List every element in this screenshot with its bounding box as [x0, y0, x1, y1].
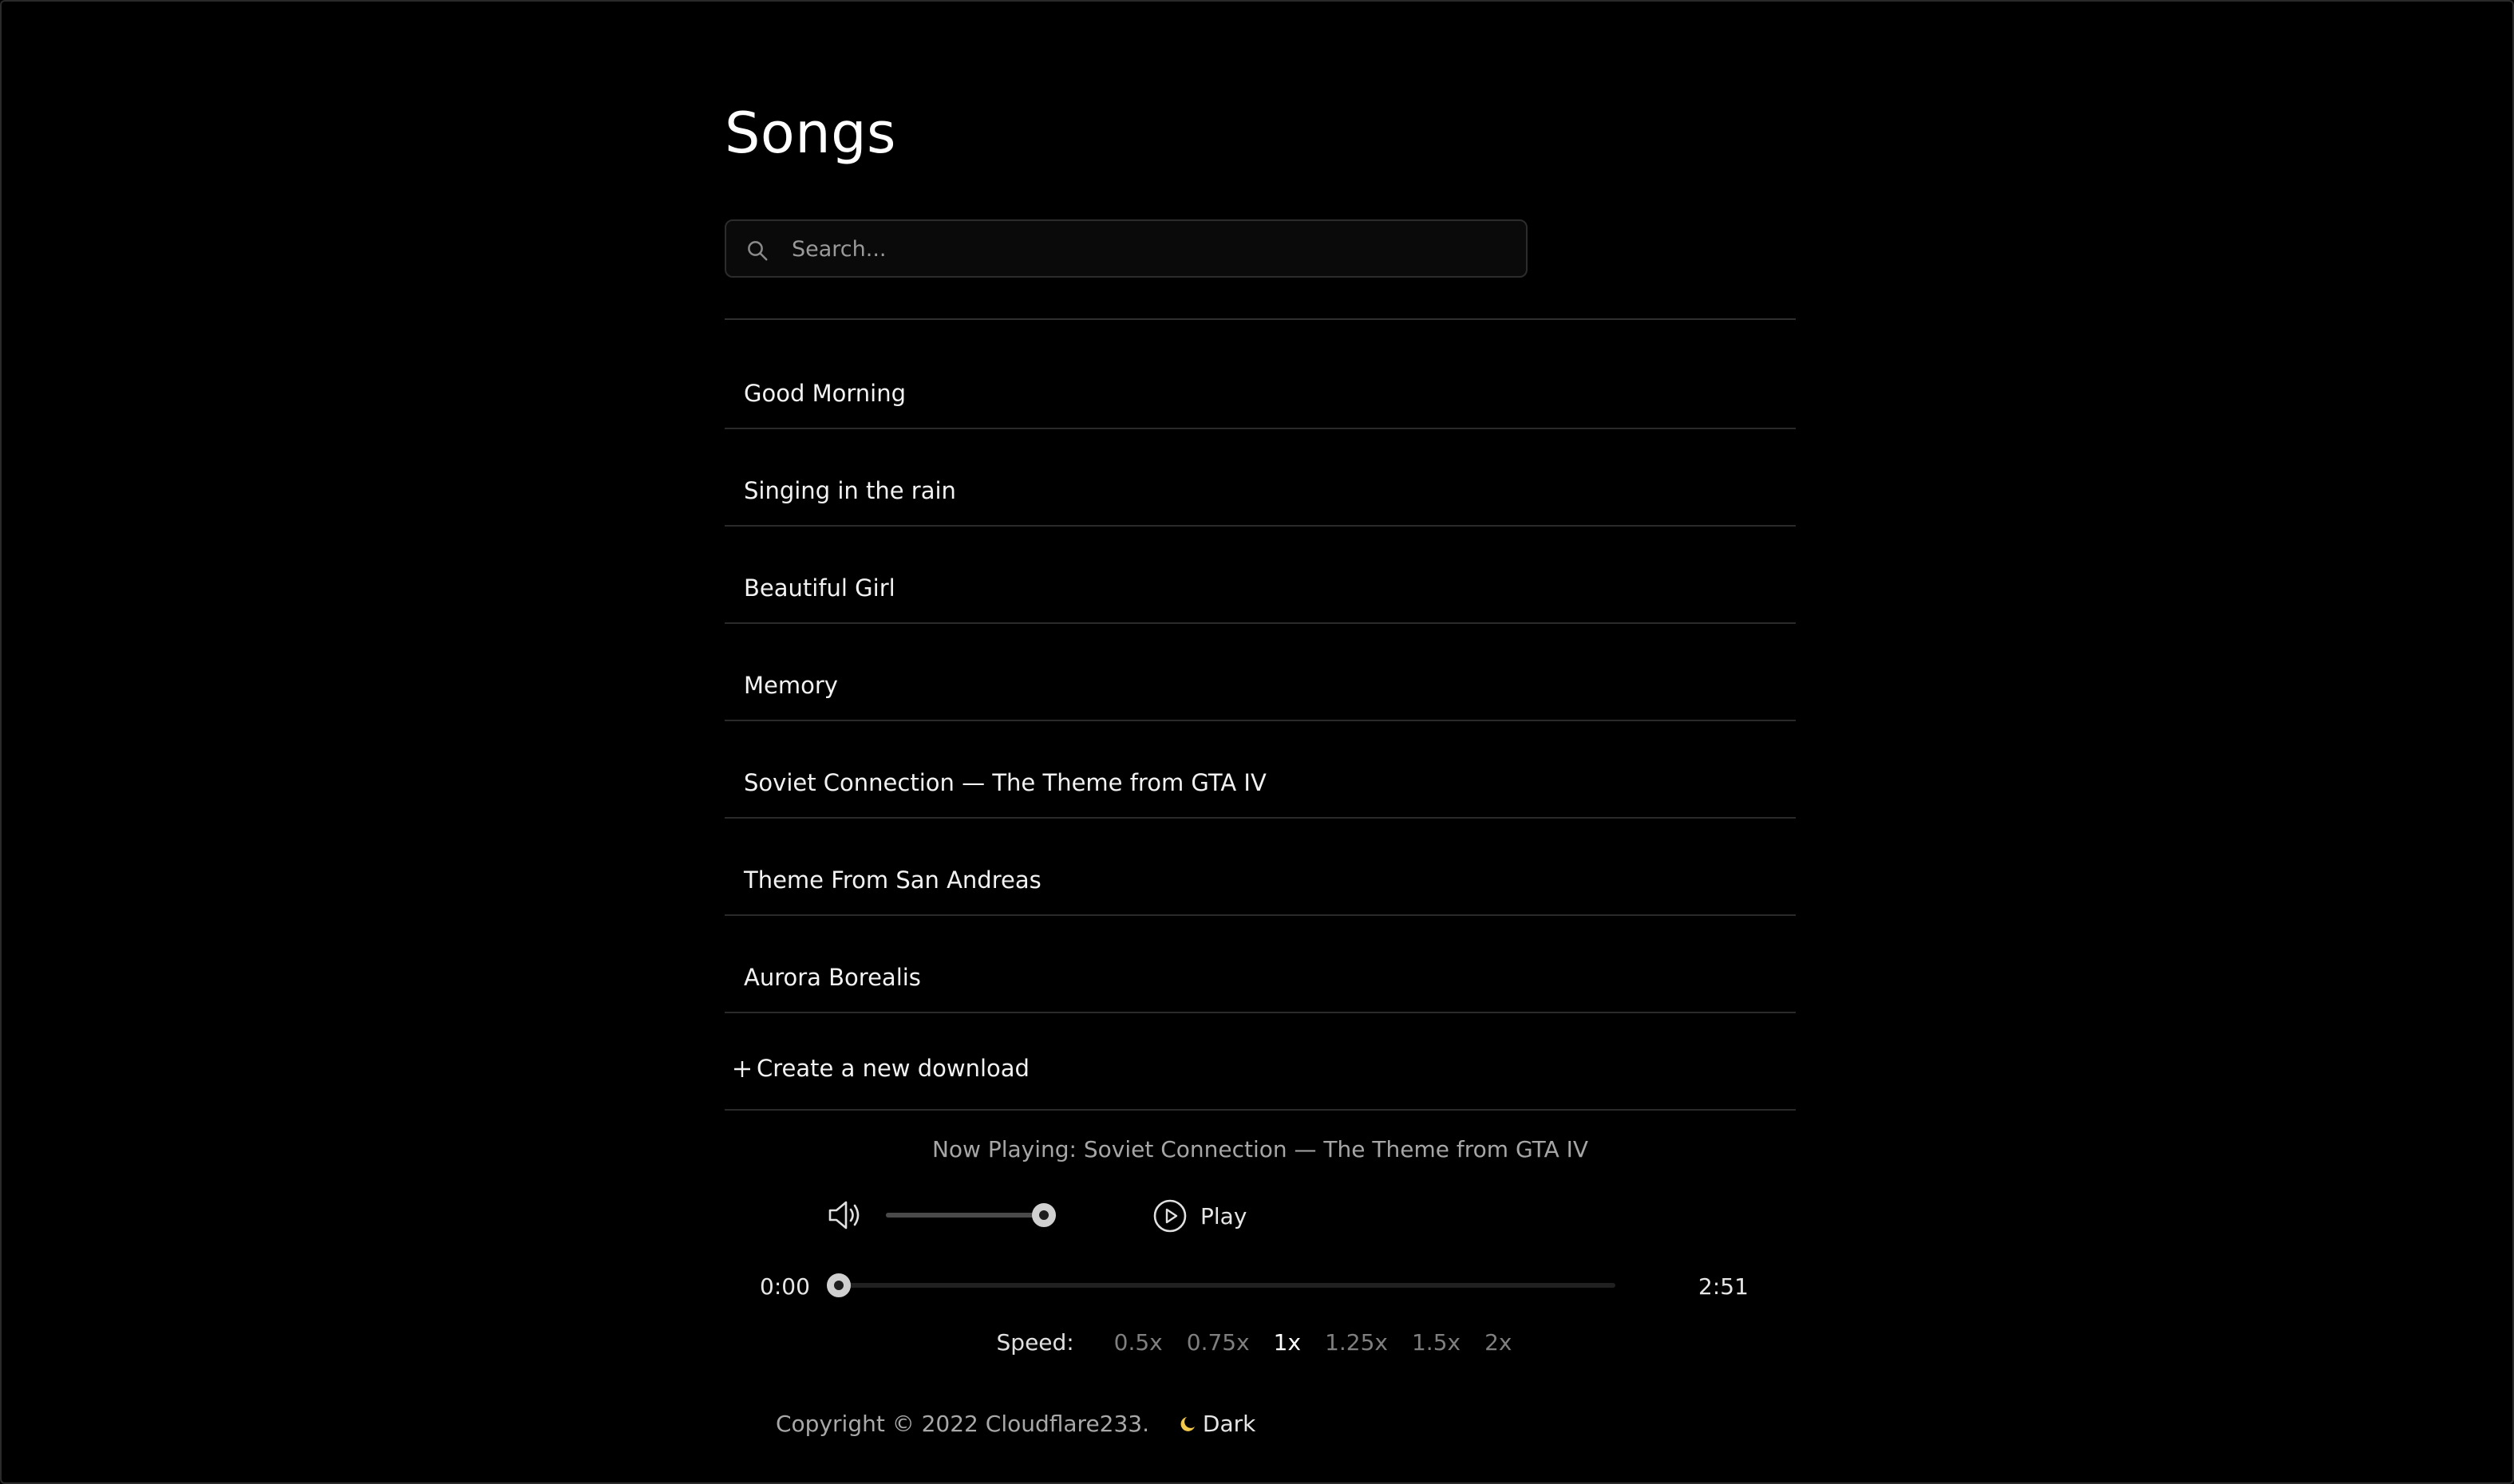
song-list-item[interactable]: Singing in the rain [725, 431, 1796, 527]
theme-label: Dark [1202, 1411, 1256, 1437]
search-box[interactable] [725, 219, 1528, 278]
search-icon [748, 241, 768, 261]
play-circle-icon [1153, 1199, 1187, 1233]
speed-option[interactable]: 1x [1274, 1329, 1301, 1356]
song-list-item[interactable]: Memory [725, 626, 1796, 721]
song-title: Singing in the rain [744, 477, 956, 504]
speed-option[interactable]: 1.25x [1325, 1329, 1388, 1356]
list-divider [725, 318, 1796, 320]
theme-toggle[interactable]: Dark [1179, 1411, 1255, 1437]
song-list-item[interactable]: Soviet Connection — The Theme from GTA I… [725, 723, 1796, 819]
current-time: 0:00 [760, 1273, 810, 1300]
speed-selector: Speed: 0.5x 0.75x 1x 1.25x 1.5x 2x [725, 1329, 1796, 1356]
song-list-item[interactable]: Theme From San Andreas [725, 820, 1796, 916]
song-list-item[interactable]: Aurora Borealis [725, 918, 1796, 1013]
song-title: Theme From San Andreas [744, 866, 1042, 894]
speed-option[interactable]: 2x [1484, 1329, 1512, 1356]
progress-slider-handle[interactable] [827, 1273, 851, 1297]
song-title: Memory [744, 672, 838, 699]
page-title: Songs [725, 101, 897, 166]
app-window: Songs Good Morning Singing in the rain B… [0, 0, 2514, 1484]
song-title: Aurora Borealis [744, 964, 921, 991]
speed-option[interactable]: 1.5x [1412, 1329, 1461, 1356]
speed-option[interactable]: 0.75x [1187, 1329, 1250, 1356]
song-title: Good Morning [744, 380, 906, 407]
volume-slider[interactable] [886, 1203, 1058, 1227]
search-input[interactable] [790, 221, 1512, 278]
create-download-button[interactable]: Create a new download [725, 1013, 1796, 1111]
copyright-text: Copyright © 2022 Cloudflare233. [776, 1411, 1150, 1437]
speed-label: Speed: [996, 1329, 1074, 1356]
play-label: Play [1200, 1203, 1247, 1229]
now-playing-text: Now Playing: Soviet Connection — The The… [725, 1136, 1796, 1162]
now-playing-prefix: Now Playing: [931, 1136, 1084, 1162]
volume-slider-handle[interactable] [1032, 1203, 1057, 1227]
progress-track [827, 1283, 1615, 1288]
song-list-item[interactable]: Good Morning [725, 334, 1796, 429]
create-download-label: Create a new download [757, 1055, 1030, 1082]
song-list-item[interactable]: Beautiful Girl [725, 528, 1796, 624]
song-title: Beautiful Girl [744, 574, 895, 602]
volume-fill [886, 1213, 1042, 1218]
moon-icon [1180, 1417, 1195, 1431]
speed-option[interactable]: 0.5x [1114, 1329, 1163, 1356]
progress-slider[interactable] [827, 1273, 1615, 1297]
volume-icon[interactable] [827, 1198, 864, 1232]
plus-icon [734, 1061, 750, 1077]
duration: 2:51 [1698, 1273, 1749, 1300]
song-title: Soviet Connection — The Theme from GTA I… [744, 769, 1267, 796]
now-playing-title: Soviet Connection — The Theme from GTA I… [1083, 1136, 1589, 1162]
footer: Copyright © 2022 Cloudflare233. Dark [776, 1411, 1255, 1437]
